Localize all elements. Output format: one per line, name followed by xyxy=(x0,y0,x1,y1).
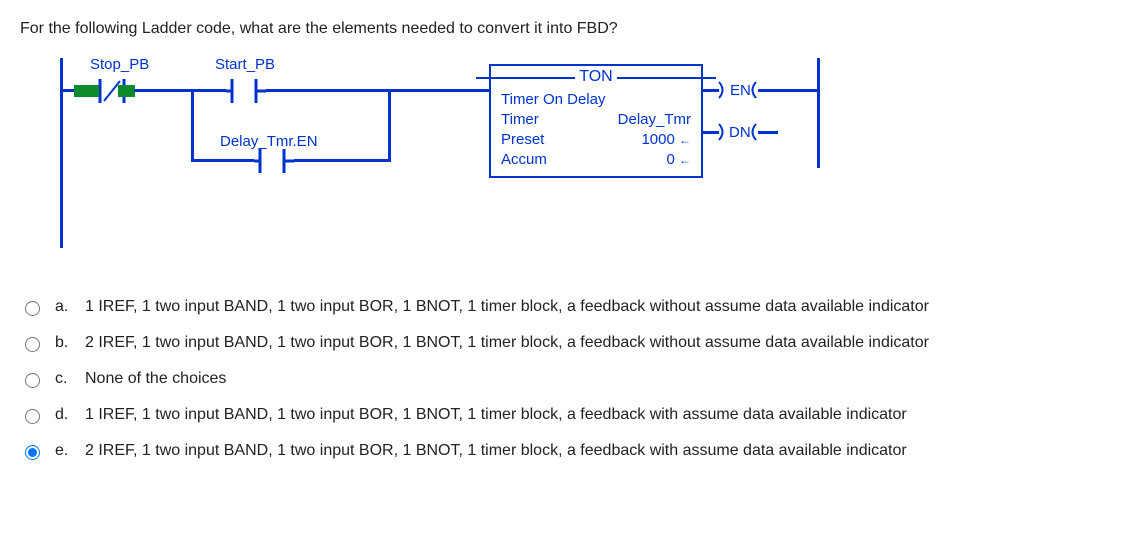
stop-pb-label: Stop_PB xyxy=(90,56,149,73)
wire xyxy=(194,89,226,92)
timer-block: TON Timer On Delay Timer Delay_Tmr Prese… xyxy=(489,64,703,178)
wire xyxy=(294,159,391,162)
option-letter: a. xyxy=(55,298,73,316)
option-text: None of the choices xyxy=(85,370,226,388)
delay-tmr-en-label: Delay_Tmr.EN xyxy=(220,133,318,150)
energized xyxy=(118,85,135,97)
accum-value: 0 xyxy=(666,151,674,168)
preset-value: 1000 xyxy=(641,131,674,148)
option-text: 2 IREF, 1 two input BAND, 1 two input BO… xyxy=(85,442,907,460)
option-text: 2 IREF, 1 two input BAND, 1 two input BO… xyxy=(85,334,929,352)
option-e[interactable]: e. 2 IREF, 1 two input BAND, 1 two input… xyxy=(20,442,1105,460)
branch-wire xyxy=(191,89,194,162)
start-pb-label: Start_PB xyxy=(215,56,275,73)
option-letter: e. xyxy=(55,442,73,460)
preset-label: Preset xyxy=(501,130,544,150)
option-b[interactable]: b. 2 IREF, 1 two input BAND, 1 two input… xyxy=(20,334,1105,352)
option-letter: c. xyxy=(55,370,73,388)
wire xyxy=(391,89,489,92)
wire xyxy=(758,131,778,134)
svg-text:EN: EN xyxy=(730,82,751,99)
option-a[interactable]: a. 1 IREF, 1 two input BAND, 1 two input… xyxy=(20,298,1105,316)
timer-on-delay: Timer On Delay xyxy=(501,90,605,110)
left-rail xyxy=(60,58,63,248)
branch-wire xyxy=(388,89,391,162)
wire xyxy=(134,89,194,92)
accum-label: Accum xyxy=(501,150,547,170)
right-rail xyxy=(817,58,820,168)
energized xyxy=(87,85,99,97)
timer-value: Delay_Tmr xyxy=(618,110,691,130)
dn-output: DN xyxy=(716,121,766,147)
option-letter: b. xyxy=(55,334,73,352)
radio-a[interactable] xyxy=(25,301,40,316)
radio-b[interactable] xyxy=(25,337,40,352)
option-c[interactable]: c. None of the choices xyxy=(20,370,1105,388)
ladder-diagram: Stop_PB Start_PB Delay_Tmr.EN xyxy=(60,58,820,258)
timer-label: Timer xyxy=(501,110,539,130)
radio-e[interactable] xyxy=(25,445,40,460)
ton-label: TON xyxy=(575,68,616,85)
option-d[interactable]: d. 1 IREF, 1 two input BAND, 1 two input… xyxy=(20,406,1105,424)
wire xyxy=(194,159,254,162)
option-letter: d. xyxy=(55,406,73,424)
radio-d[interactable] xyxy=(25,409,40,424)
radio-c[interactable] xyxy=(25,373,40,388)
svg-text:DN: DN xyxy=(729,124,751,141)
wire xyxy=(266,89,391,92)
en-output: EN xyxy=(716,79,766,105)
question-text: For the following Ladder code, what are … xyxy=(20,20,1105,38)
energized-wire xyxy=(74,85,88,97)
start-pb-contact xyxy=(226,79,256,103)
answer-options: a. 1 IREF, 1 two input BAND, 1 two input… xyxy=(20,298,1105,460)
delay-tmr-en-contact xyxy=(254,149,284,173)
option-text: 1 IREF, 1 two input BAND, 1 two input BO… xyxy=(85,298,929,316)
option-text: 1 IREF, 1 two input BAND, 1 two input BO… xyxy=(85,406,907,424)
wire xyxy=(758,89,817,92)
